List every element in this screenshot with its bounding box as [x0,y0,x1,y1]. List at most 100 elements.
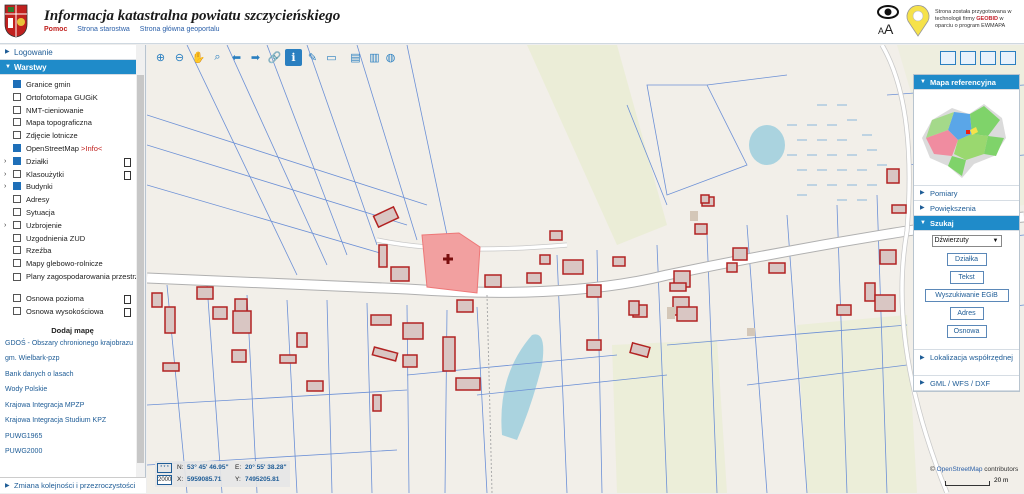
scale-value[interactable]: 2000 [157,475,172,485]
map-canvas[interactable] [147,45,1024,493]
map-link[interactable]: GDOŚ - Obszary chronionego krajobrazu [0,339,145,348]
layer-checkbox[interactable] [13,272,21,281]
add-map-heading: Dodaj mapę [51,325,94,335]
layer-row[interactable]: › Uzbrojenie [0,220,145,233]
gml-wfs-dxf-header[interactable]: ▶ GML / WFS / DXF [914,376,1019,391]
map-link[interactable]: PUWG1965 [0,432,145,441]
order-transparency-header[interactable]: ▶ Zmiana kolejności i przezroczystości [0,477,146,493]
legend-doc-icon[interactable] [124,294,131,304]
layer-checkbox[interactable] [13,118,21,127]
layer-row[interactable]: Zdjęcie lotnicze [0,130,145,143]
layer-checkbox[interactable] [13,195,21,204]
link-help[interactable]: Pomoc [44,26,67,33]
layer-checkbox[interactable] [13,169,21,178]
layer-checkbox[interactable] [13,220,21,229]
layer-row[interactable]: NMT-cieniowanie [0,105,145,118]
layer-checkbox[interactable] [13,182,21,191]
info-icon[interactable]: ℹ [285,49,302,66]
pan-hand-icon[interactable]: ✋ [190,49,207,66]
layout-left-icon[interactable] [960,51,976,65]
layer-checkbox[interactable] [13,80,21,88]
gmina-select[interactable]: Dźwierzuty ▼ [931,235,1002,247]
powiekszenia-header[interactable]: ▶ Powiększenia [914,201,1019,216]
layout-bottom-icon[interactable] [1000,51,1016,65]
scale-button[interactable]: * * * [157,463,172,473]
layer-row[interactable]: Granice gmin [0,79,145,92]
expand-icon[interactable]: › [4,156,6,169]
layer-label: Uzbrojenie [26,220,62,230]
layer-checkbox[interactable] [13,233,21,242]
legend-doc-icon[interactable] [124,170,131,180]
link-starostwo[interactable]: Strona starostwa [77,26,130,33]
map-link[interactable]: Krajowa Integracja Studium KPZ [0,416,145,425]
zoom-in-icon[interactable]: ⊕ [152,49,169,66]
print-preview-icon[interactable]: ▥ [366,49,383,66]
layer-row[interactable]: › Działki [0,156,145,169]
layer-row[interactable]: › Budynki [0,181,145,194]
eye-icon[interactable] [877,5,899,19]
expand-icon[interactable]: › [4,181,6,194]
expand-icon[interactable]: › [4,169,6,182]
link-icon[interactable]: 🔗 [266,49,283,66]
layer-checkbox[interactable] [13,92,21,101]
osm-link[interactable]: OpenStreetMap [937,466,983,473]
link-geoportal[interactable]: Strona główna geoportalu [140,26,220,33]
search-parcel-button[interactable]: Działka [946,253,987,266]
layer-checkbox[interactable] [13,207,21,216]
legend-doc-icon[interactable] [124,307,131,317]
search-text-button[interactable]: Tekst [949,271,984,284]
back-arrow-icon[interactable]: ⬅ [228,49,245,66]
layer-row[interactable]: Rzeźba [0,245,145,258]
zoom-box-icon[interactable]: ⌕ [209,49,226,66]
layer-row[interactable]: Osnowa pozioma [0,293,145,306]
layer-checkbox[interactable] [13,259,21,268]
coordinate-location-header[interactable]: ▶ Lokalizacja współrzędnej [914,350,1019,376]
search-header[interactable]: ▼ Szukaj [914,216,1019,231]
font-size-toggle[interactable]: AA [878,21,893,37]
pomiary-header[interactable]: ▶ Pomiary [914,186,1019,201]
layer-checkbox[interactable] [13,306,21,315]
layers-header[interactable]: ▼ Warstwy [0,60,145,75]
layer-info-link[interactable]: >Info< [81,144,102,153]
zoom-out-icon[interactable]: ⊖ [171,49,188,66]
login-header[interactable]: ▶ Logowanie [0,45,145,60]
forward-arrow-icon[interactable]: ➡ [247,49,264,66]
reference-map[interactable] [914,90,1019,186]
map-link[interactable]: PUWG2000 [0,447,145,456]
expand-icon[interactable]: › [4,220,6,233]
map-link[interactable]: Krajowa Integracja MPZP [0,401,145,410]
layer-checkbox[interactable] [13,143,21,152]
map-link[interactable]: gm. Wielbark-pzp [0,354,145,363]
layer-row[interactable]: Adresy [0,194,145,207]
layer-row[interactable]: OpenStreetMap >Info< [0,143,145,156]
layer-checkbox[interactable] [13,156,21,165]
map-layer[interactable] [147,45,1024,493]
layer-row[interactable]: Mapy glebowo-rolnicze [0,258,145,271]
layer-row[interactable]: Ortofotomapa GUGiK [0,92,145,105]
left-scrollbar[interactable] [136,45,145,477]
layer-checkbox[interactable] [13,131,21,140]
layer-row[interactable]: Sytuacja [0,207,145,220]
layer-label: Osnowa wysokościowa [26,306,104,316]
map-link[interactable]: Wody Polskie [0,385,145,394]
search-egib-button[interactable]: Wyszukiwanie EGiB [924,289,1009,302]
layout-right-icon[interactable] [980,51,996,65]
search-address-button[interactable]: Adres [949,307,984,320]
reference-map-header[interactable]: ▼ Mapa referencyjna [914,75,1019,90]
legend-doc-icon[interactable] [124,157,131,167]
globe-icon[interactable]: ◍ [382,49,399,66]
layer-checkbox[interactable] [13,246,21,255]
search-osnowa-button[interactable]: Osnowa [946,325,987,338]
measure-icon[interactable]: ▭ [323,49,340,66]
layer-row[interactable]: › Klasoużytki [0,169,145,182]
layer-row[interactable]: Plany zagospodarowania przestrzennego [0,271,145,293]
layer-row[interactable]: Mapa topograficzna [0,117,145,130]
map-link[interactable]: Bank danych o lasach [0,370,145,379]
print-icon[interactable]: ▤ [347,49,364,66]
layer-row[interactable]: Osnowa wysokościowa [0,306,145,319]
layer-row[interactable]: Uzgodnienia ZUD [0,233,145,246]
layout-full-icon[interactable] [940,51,956,65]
layer-checkbox[interactable] [13,293,21,302]
pen-icon[interactable]: ✎ [304,49,321,66]
layer-checkbox[interactable] [13,105,21,114]
